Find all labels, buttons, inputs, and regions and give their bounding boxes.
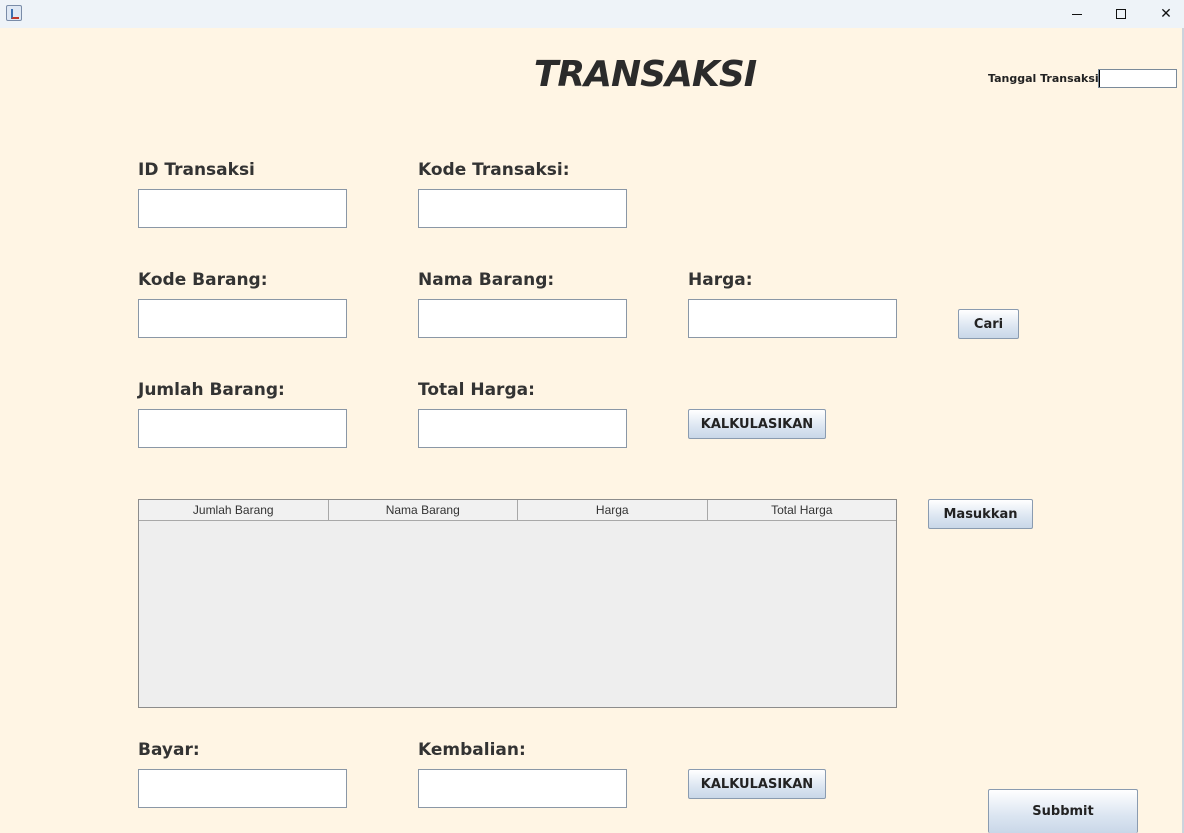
maximize-button[interactable] (1098, 0, 1144, 28)
minimize-icon (1072, 13, 1082, 15)
total-harga-input[interactable] (418, 409, 627, 448)
maximize-icon (1116, 9, 1126, 19)
harga-input[interactable] (688, 299, 897, 338)
kalkulasikan-total-button[interactable]: KALKULASIKAN (688, 409, 826, 439)
column-header-jumlah-barang[interactable]: Jumlah Barang (139, 500, 329, 520)
submit-button[interactable]: Subbmit (988, 789, 1138, 833)
table-header: Jumlah Barang Nama Barang Harga Total Ha… (139, 500, 896, 521)
page-title: TRANSAKSI (533, 54, 757, 95)
window-titlebar: ✕ (0, 0, 1184, 28)
transaksi-table[interactable]: Jumlah Barang Nama Barang Harga Total Ha… (138, 499, 897, 708)
kode-barang-input[interactable] (138, 299, 347, 338)
column-header-total-harga[interactable]: Total Harga (708, 500, 897, 520)
jumlah-barang-label: Jumlah Barang: (138, 380, 285, 400)
minimize-button[interactable] (1054, 0, 1100, 28)
tanggal-transaksi-label: Tanggal Transaksi: (988, 72, 1104, 85)
total-harga-label: Total Harga: (418, 380, 535, 400)
java-app-icon (6, 5, 22, 21)
harga-label: Harga: (688, 270, 753, 290)
id-transaksi-input[interactable] (138, 189, 347, 228)
kode-transaksi-label: Kode Transaksi: (418, 160, 570, 180)
nama-barang-input[interactable] (418, 299, 627, 338)
jumlah-barang-input[interactable] (138, 409, 347, 448)
masukkan-button[interactable]: Masukkan (928, 499, 1033, 529)
tanggal-transaksi-input[interactable] (1098, 69, 1177, 88)
column-header-harga[interactable]: Harga (518, 500, 708, 520)
kembalian-label: Kembalian: (418, 740, 526, 760)
bayar-input[interactable] (138, 769, 347, 808)
kode-barang-label: Kode Barang: (138, 270, 268, 290)
kode-transaksi-input[interactable] (418, 189, 627, 228)
bayar-label: Bayar: (138, 740, 200, 760)
cari-button[interactable]: Cari (958, 309, 1019, 339)
column-header-nama-barang[interactable]: Nama Barang (329, 500, 518, 520)
kembalian-input[interactable] (418, 769, 627, 808)
close-button[interactable]: ✕ (1143, 0, 1184, 28)
close-icon: ✕ (1160, 6, 1172, 22)
kalkulasikan-kembalian-button[interactable]: KALKULASIKAN (688, 769, 826, 799)
id-transaksi-label: ID Transaksi (138, 160, 255, 180)
nama-barang-label: Nama Barang: (418, 270, 555, 290)
